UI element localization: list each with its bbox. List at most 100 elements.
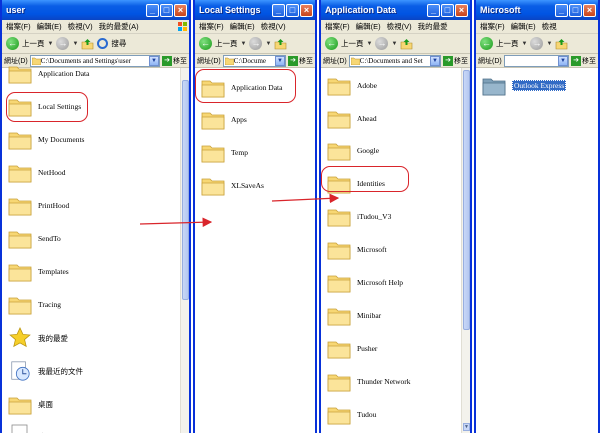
up-folder-icon[interactable] — [81, 38, 94, 50]
up-folder-icon[interactable] — [274, 38, 287, 50]
list-item[interactable]: Microsoft Help — [327, 267, 403, 297]
list-item[interactable]: 我的最愛 — [8, 323, 68, 353]
address-dropdown-icon[interactable]: ▼ — [275, 55, 285, 66]
menu-file[interactable]: 檔案(F) — [480, 21, 505, 32]
vertical-scrollbar[interactable]: ▼ — [461, 68, 470, 433]
back-button-label[interactable]: 上一頁 — [22, 38, 45, 49]
list-item[interactable]: PrintHood — [8, 190, 69, 220]
back-button-label[interactable]: 上一頁 — [215, 38, 238, 49]
close-button[interactable]: × — [174, 3, 187, 17]
menu-edit[interactable]: 編輯(E) — [511, 21, 536, 32]
list-item[interactable]: Ahead — [327, 103, 377, 133]
forward-dropdown-icon[interactable]: ▼ — [546, 41, 552, 47]
maximize-button[interactable]: □ — [569, 3, 582, 17]
up-folder-icon[interactable] — [555, 38, 568, 50]
go-button[interactable]: ➔ 移至 — [443, 55, 468, 66]
menu-file[interactable]: 檔案(F) — [199, 21, 224, 32]
menu-file[interactable]: 檔案(F) — [325, 21, 350, 32]
menu-favorites[interactable]: 我的最愛(A) — [99, 21, 139, 32]
menu-view[interactable]: 檢視 — [542, 21, 557, 32]
go-button[interactable]: ➔ 移至 — [571, 55, 596, 66]
address-dropdown-icon[interactable]: ▼ — [558, 55, 568, 66]
back-dropdown-icon[interactable]: ▼ — [241, 41, 247, 47]
minimize-button[interactable]: _ — [555, 3, 568, 17]
address-dropdown-icon[interactable]: ▼ — [149, 55, 159, 66]
title-bar[interactable]: Local Settings _ □ × — [195, 0, 315, 20]
list-item[interactable]: Identities — [327, 168, 385, 198]
forward-dropdown-icon[interactable]: ▼ — [72, 41, 78, 47]
close-button[interactable]: × — [455, 3, 468, 17]
back-button-label[interactable]: 上一頁 — [341, 38, 364, 49]
list-item[interactable]: XLSaveAs — [201, 170, 264, 200]
address-text[interactable]: C:\Docume — [234, 56, 275, 66]
back-button-label[interactable]: 上一頁 — [496, 38, 519, 49]
list-item[interactable]: 我最近的文件 — [8, 356, 83, 386]
list-item[interactable]: Google — [327, 135, 379, 165]
close-button[interactable]: × — [300, 3, 313, 17]
list-item[interactable]: My Documents — [8, 124, 84, 154]
minimize-button[interactable]: _ — [272, 3, 285, 17]
back-dropdown-icon[interactable]: ▼ — [48, 41, 54, 47]
menu-favorites[interactable]: 我的最愛 — [418, 21, 448, 32]
back-arrow-icon[interactable]: ← — [6, 37, 19, 50]
scroll-down-icon[interactable]: ▼ — [463, 423, 470, 431]
address-dropdown-icon[interactable]: ▼ — [430, 55, 440, 66]
up-folder-icon[interactable] — [400, 38, 413, 50]
back-dropdown-icon[interactable]: ▼ — [367, 41, 373, 47]
go-button[interactable]: ➔ 移至 — [162, 55, 187, 66]
menu-edit[interactable]: 編輯(E) — [37, 21, 62, 32]
forward-arrow-icon[interactable]: → — [249, 37, 263, 50]
address-field[interactable]: ▼ — [503, 54, 569, 67]
search-icon[interactable] — [97, 38, 109, 49]
list-item[interactable]: Outlook Express — [482, 70, 567, 100]
list-item[interactable]: SendTo — [8, 223, 61, 253]
forward-arrow-icon[interactable]: → — [375, 37, 389, 50]
search-button-label[interactable]: 搜尋 — [111, 38, 126, 49]
maximize-button[interactable]: □ — [286, 3, 299, 17]
back-dropdown-icon[interactable]: ▼ — [522, 41, 528, 47]
go-button[interactable]: ➔ 移至 — [288, 55, 313, 66]
back-arrow-icon[interactable]: ← — [199, 37, 212, 50]
menu-edit[interactable]: 編輯(E) — [230, 21, 255, 32]
list-item[interactable]: Minibar — [327, 300, 381, 330]
title-bar[interactable]: user _ □ × — [2, 0, 189, 20]
menu-view[interactable]: 檢視(V) — [261, 21, 286, 32]
forward-arrow-icon[interactable]: → — [56, 37, 70, 50]
list-item[interactable]: Temp — [201, 137, 248, 167]
list-item[interactable]: Templates — [8, 256, 69, 286]
title-bar[interactable]: Microsoft _ □ × — [476, 0, 598, 20]
address-text[interactable]: C:\Documents and Set — [360, 56, 430, 66]
menu-file[interactable]: 檔案(F) — [6, 21, 31, 32]
list-item[interactable]: Local Settings — [8, 91, 81, 121]
list-item[interactable]: ntuser — [8, 419, 56, 433]
list-item[interactable]: Apps — [201, 104, 247, 134]
menu-view[interactable]: 檢視(V) — [68, 21, 93, 32]
minimize-button[interactable]: _ — [427, 3, 440, 17]
list-item[interactable]: NetHood — [8, 157, 66, 187]
menu-view[interactable]: 檢視(V) — [387, 21, 412, 32]
title-bar[interactable]: Application Data _ □ × — [321, 0, 470, 20]
list-item[interactable]: Application Data — [201, 72, 282, 102]
list-item[interactable]: Application Data — [8, 58, 89, 88]
maximize-button[interactable]: □ — [160, 3, 173, 17]
vertical-scrollbar[interactable] — [180, 68, 189, 433]
back-arrow-icon[interactable]: ← — [480, 37, 493, 50]
list-item[interactable]: Tudou — [327, 399, 376, 429]
list-item[interactable]: Adobe — [327, 70, 377, 100]
scrollbar-thumb[interactable] — [182, 80, 189, 300]
menu-edit[interactable]: 編輯(E) — [356, 21, 381, 32]
close-button[interactable]: × — [583, 3, 596, 17]
list-item[interactable]: Pusher — [327, 333, 377, 363]
forward-dropdown-icon[interactable]: ▼ — [391, 41, 397, 47]
list-item[interactable]: Tracing — [8, 289, 61, 319]
forward-arrow-icon[interactable]: → — [530, 37, 544, 50]
address-field[interactable]: C:\Docume ▼ — [222, 54, 286, 67]
scrollbar-thumb[interactable] — [463, 70, 470, 330]
list-item[interactable]: 桌面 — [8, 389, 53, 419]
forward-dropdown-icon[interactable]: ▼ — [265, 41, 271, 47]
list-item[interactable]: iTudou_V3 — [327, 201, 391, 231]
address-field[interactable]: C:\Documents and Set ▼ — [348, 54, 441, 67]
maximize-button[interactable]: □ — [441, 3, 454, 17]
back-arrow-icon[interactable]: ← — [325, 37, 338, 50]
list-item[interactable]: Microsoft — [327, 234, 387, 264]
